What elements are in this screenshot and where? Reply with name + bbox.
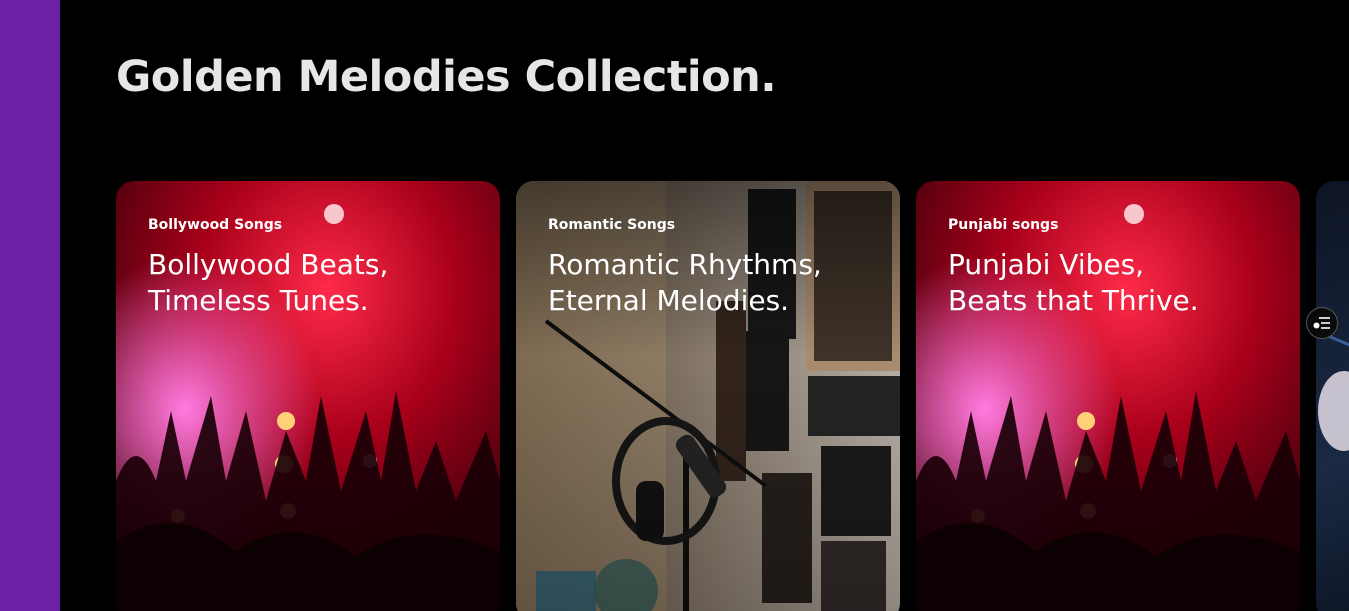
- page: Golden Melodies Collection. Bollywood So…: [0, 0, 1349, 611]
- card-heading: Punjabi Vibes, Beats that Thrive.: [948, 248, 1199, 317]
- card-romantic[interactable]: Romantic Songs Romantic Rhythms, Eternal…: [516, 181, 900, 611]
- card-carousel: Bollywood Songs Bollywood Beats, Timeles…: [116, 181, 1349, 611]
- side-accent-strip: [0, 0, 60, 611]
- card-image-studio: [516, 181, 900, 611]
- card-heading: Bollywood Beats, Timeless Tunes.: [148, 248, 389, 317]
- card-image-partial: [1316, 329, 1349, 451]
- card-punjabi[interactable]: Punjabi songs Punjabi Vibes, Beats that …: [916, 181, 1300, 611]
- card-next-partial[interactable]: [1316, 181, 1349, 611]
- playlist-menu-button[interactable]: [1306, 307, 1338, 339]
- card-category: Romantic Songs: [548, 217, 676, 233]
- playlist-menu-icon: [1313, 317, 1330, 329]
- card-bollywood[interactable]: Bollywood Songs Bollywood Beats, Timeles…: [116, 181, 500, 611]
- card-image-concert: [916, 181, 1300, 611]
- section-title: Golden Melodies Collection.: [116, 52, 777, 102]
- card-category: Bollywood Songs: [148, 217, 283, 233]
- card-category: Punjabi songs: [948, 217, 1059, 233]
- card-image-concert: [116, 181, 500, 611]
- card-heading: Romantic Rhythms, Eternal Melodies.: [548, 248, 822, 317]
